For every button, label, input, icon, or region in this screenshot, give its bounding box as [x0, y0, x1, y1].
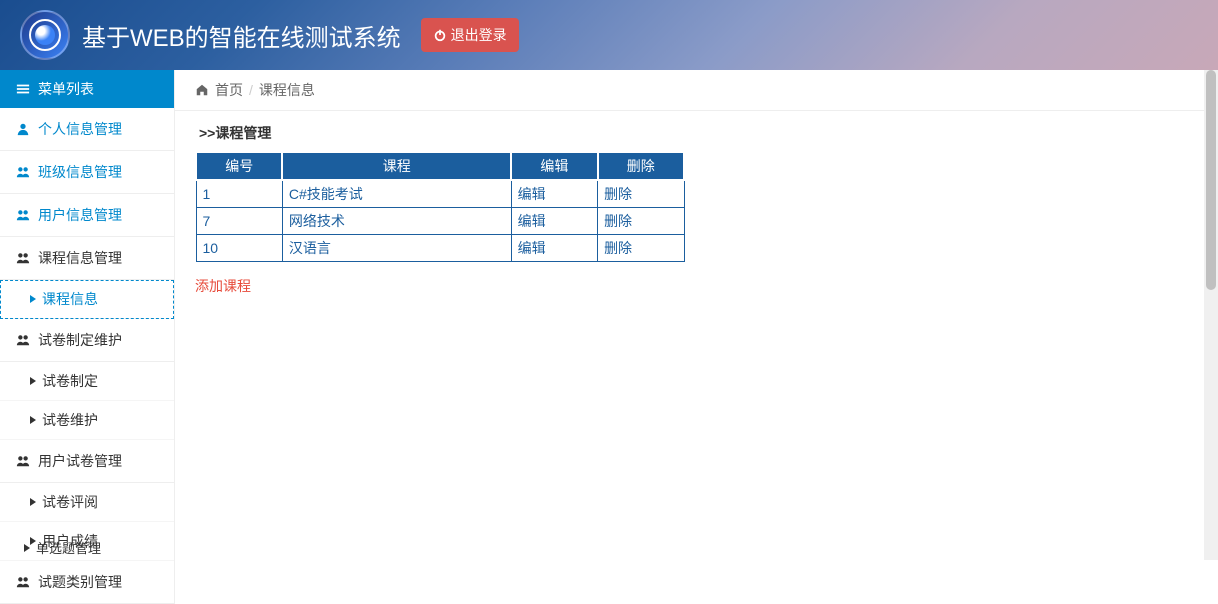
delete-link[interactable]: 删除 [604, 186, 632, 202]
table-row: 1 C#技能考试 编辑 删除 [196, 180, 684, 208]
sidebar-item-question-cat[interactable]: 试题类别管理 [0, 561, 174, 604]
course-table: 编号 课程 编辑 删除 1 C#技能考试 编辑 删除 7 网络技术 编辑 删除 [195, 151, 685, 262]
stack-icon [16, 454, 30, 468]
users-icon [16, 208, 30, 222]
sidebar-item-class[interactable]: 班级信息管理 [0, 151, 174, 194]
list-icon [16, 82, 30, 96]
sidebar-item-label: 试题类别管理 [38, 572, 122, 592]
sidebar-item-personal[interactable]: 个人信息管理 [0, 108, 174, 151]
breadcrumb-separator: / [249, 82, 253, 98]
sidebar-item-course[interactable]: 课程信息管理 [0, 237, 174, 280]
breadcrumb-current: 课程信息 [259, 80, 315, 100]
sidebar-header: 菜单列表 [0, 70, 174, 108]
user-icon [16, 122, 30, 136]
sidebar-sub-course-info[interactable]: 课程信息 [0, 280, 174, 319]
scrollbar[interactable] [1204, 70, 1218, 560]
caret-icon [24, 544, 30, 552]
sidebar-item-paper-maint[interactable]: 试卷制定维护 [0, 319, 174, 362]
logout-button[interactable]: 退出登录 [421, 18, 519, 52]
table-header-row: 编号 课程 编辑 删除 [196, 152, 684, 180]
sidebar-header-label: 菜单列表 [38, 79, 94, 99]
sidebar-item-label: 试卷制定维护 [38, 330, 122, 350]
sidebar-item-user-paper[interactable]: 用户试卷管理 [0, 440, 174, 483]
caret-icon [30, 498, 36, 506]
stack-icon [16, 333, 30, 347]
sidebar-sub-label: 试卷维护 [42, 410, 98, 430]
logout-label: 退出登录 [451, 25, 507, 45]
sidebar-item-label: 班级信息管理 [38, 162, 122, 182]
stack-icon [16, 575, 30, 589]
sidebar-sub-paper-maint[interactable]: 试卷维护 [0, 401, 174, 440]
table-row: 7 网络技术 编辑 删除 [196, 208, 684, 235]
home-icon [195, 83, 209, 97]
sidebar-item-user[interactable]: 用户信息管理 [0, 194, 174, 237]
breadcrumb: 首页 / 课程信息 [175, 70, 1218, 111]
section-title: >>课程管理 [175, 111, 1218, 151]
sidebar-item-label: 用户试卷管理 [38, 451, 122, 471]
sidebar-item-label: 课程信息管理 [38, 248, 122, 268]
sidebar-sub-label: 单选题管理 [36, 538, 101, 557]
col-header-del: 删除 [598, 152, 684, 180]
sidebar-item-label: 个人信息管理 [38, 119, 122, 139]
delete-link[interactable]: 删除 [604, 240, 632, 256]
edit-link[interactable]: 编辑 [518, 213, 546, 229]
cell-course: 网络技术 [282, 208, 511, 235]
sidebar-item-label: 用户信息管理 [38, 205, 122, 225]
sidebar: 菜单列表 个人信息管理 班级信息管理 用户信息管理 [0, 70, 175, 604]
add-course-link[interactable]: 添加课程 [195, 276, 251, 296]
cell-course: C#技能考试 [282, 180, 511, 208]
breadcrumb-home[interactable]: 首页 [215, 80, 243, 100]
table-row: 10 汉语言 编辑 删除 [196, 235, 684, 262]
scrollbar-thumb[interactable] [1206, 70, 1216, 290]
app-logo [20, 10, 70, 60]
edit-link[interactable]: 编辑 [518, 186, 546, 202]
cell-course: 汉语言 [282, 235, 511, 262]
sidebar-sub-label: 课程信息 [42, 289, 98, 309]
cell-id: 10 [196, 235, 282, 262]
delete-link[interactable]: 删除 [604, 213, 632, 229]
content-area: 首页 / 课程信息 >>课程管理 编号 课程 编辑 删除 1 C#技能考试 编辑 [175, 70, 1218, 604]
app-header: 基于WEB的智能在线测试系统 退出登录 [0, 0, 1218, 70]
col-header-course: 课程 [282, 152, 511, 180]
stack-icon [16, 251, 30, 265]
users-icon [16, 165, 30, 179]
caret-icon [30, 295, 36, 303]
sidebar-sub-paper-make[interactable]: 试卷制定 [0, 362, 174, 401]
sidebar-sub-label: 试卷制定 [42, 371, 98, 391]
col-header-id: 编号 [196, 152, 282, 180]
sidebar-sub-single-choice[interactable]: 单选题管理 [24, 535, 101, 560]
edit-link[interactable]: 编辑 [518, 240, 546, 256]
caret-icon [30, 377, 36, 385]
power-icon [433, 28, 447, 42]
sidebar-sub-review[interactable]: 试卷评阅 [0, 483, 174, 522]
cell-id: 7 [196, 208, 282, 235]
col-header-edit: 编辑 [511, 152, 597, 180]
sidebar-sub-label: 试卷评阅 [42, 492, 98, 512]
caret-icon [30, 416, 36, 424]
app-title: 基于WEB的智能在线测试系统 [82, 18, 401, 53]
cell-id: 1 [196, 180, 282, 208]
